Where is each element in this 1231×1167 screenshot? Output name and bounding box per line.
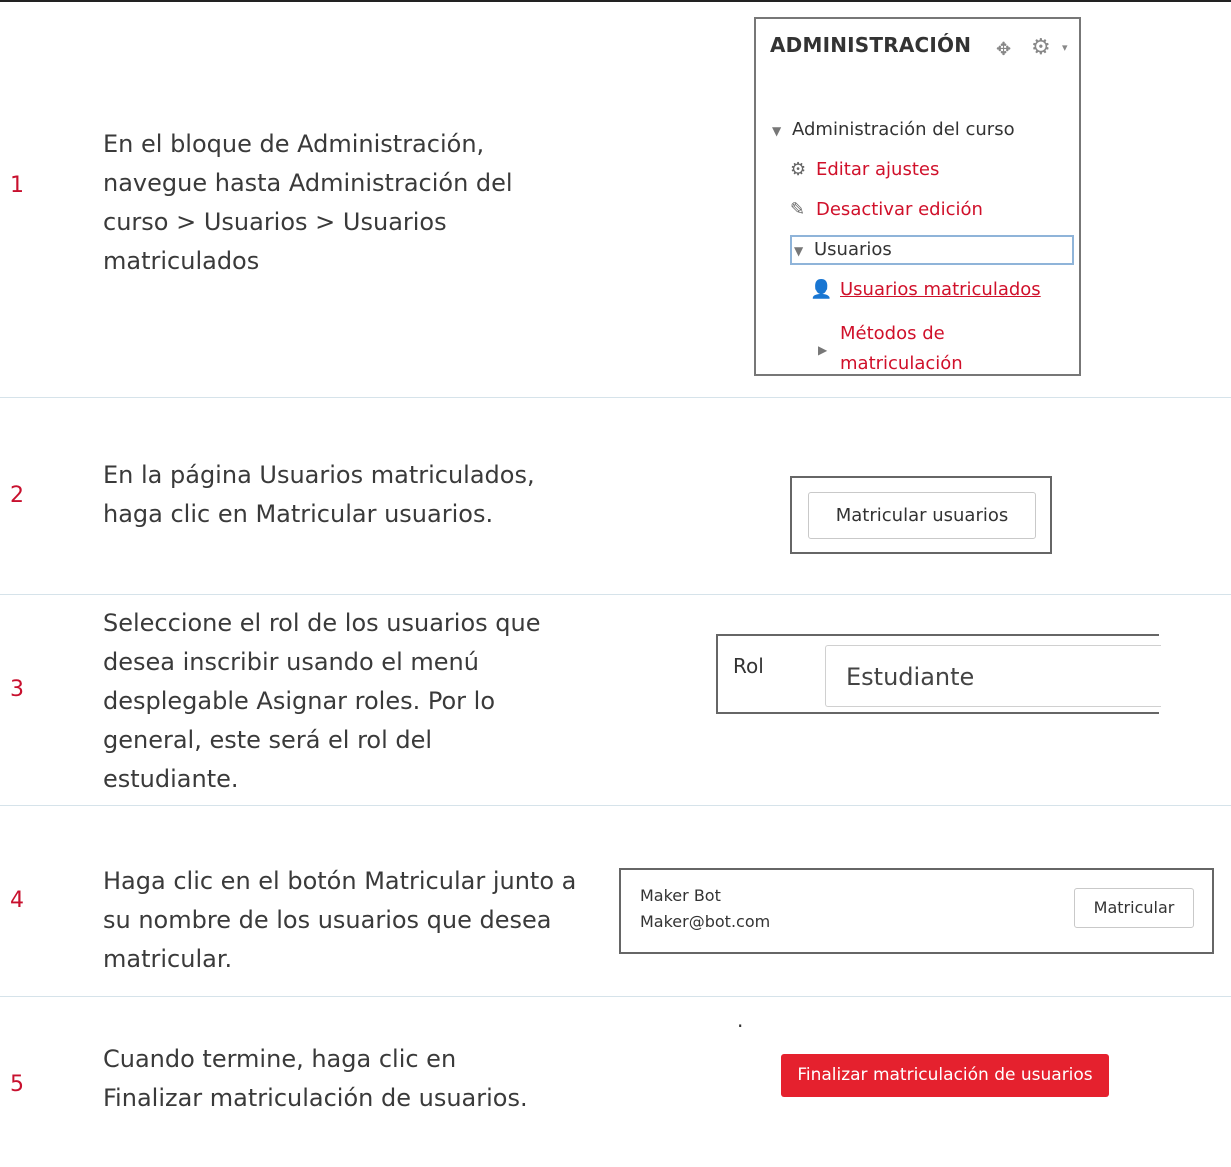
enrol-button[interactable]: Matricular: [1074, 888, 1194, 928]
divider: [0, 397, 1231, 398]
collapsed-triangle-icon: ▶: [818, 343, 828, 357]
role-frame: Rol Estudiante: [716, 634, 1161, 714]
gear-icon: ⚙: [790, 159, 807, 180]
tree-edit-settings[interactable]: ⚙ Editar ajustes: [790, 159, 939, 180]
enrol-users-button[interactable]: Matricular usuarios: [808, 492, 1036, 539]
step-text-3: Seleccione el rol de los usuarios que de…: [103, 609, 541, 793]
tree-enrolled-users[interactable]: 👤 Usuarios matriculados: [810, 279, 1041, 300]
finish-enrolling-button[interactable]: Finalizar matriculación de usuarios: [781, 1054, 1109, 1097]
role-select[interactable]: Estudiante: [825, 645, 1161, 707]
step-number-5: 5: [10, 1072, 24, 1097]
divider: [0, 996, 1231, 997]
step-number-2: 2: [10, 483, 24, 508]
tree-course-admin[interactable]: ▼ Administración del curso: [772, 119, 1015, 140]
step-number-3: 3: [10, 677, 24, 702]
administration-block: ADMINISTRACIÓN ✥ ⚙ ▾ ▼ Administración del…: [754, 17, 1081, 376]
tree-users[interactable]: ▼ Usuarios: [794, 239, 892, 260]
top-rule: [0, 0, 1231, 2]
user-icon: 👤: [810, 279, 833, 300]
user-email: Maker@bot.com: [640, 912, 771, 931]
dot-mark: .: [737, 1008, 744, 1032]
enrol-users-frame: Matricular usuarios: [790, 476, 1052, 554]
expanded-triangle-icon: ▼: [772, 124, 782, 138]
move-icon[interactable]: ✥: [996, 39, 1011, 60]
tree-turn-editing-off[interactable]: ✎ Desactivar edición: [790, 199, 983, 220]
divider: [0, 805, 1231, 806]
pencil-icon: ✎: [790, 199, 806, 220]
step-text-1: En el bloque de Administración, navegue …: [103, 130, 513, 275]
step-text-4: Haga clic en el botón Matricular junto a…: [103, 867, 577, 973]
gear-icon[interactable]: ⚙: [1031, 35, 1051, 60]
role-label: Rol: [733, 654, 764, 678]
step-text-2: En la página Usuarios matriculados, haga…: [103, 461, 535, 528]
tree-enrolment-methods[interactable]: ▶ Métodos de matriculación: [818, 319, 963, 379]
user-name: Maker Bot: [640, 886, 721, 905]
divider: [0, 594, 1231, 595]
user-row-frame: Maker Bot Maker@bot.com Matricular: [619, 868, 1214, 954]
expanded-triangle-icon: ▼: [794, 244, 804, 258]
step-number-1: 1: [10, 173, 24, 198]
chevron-down-icon[interactable]: ▾: [1062, 41, 1068, 54]
admin-block-title: ADMINISTRACIÓN: [770, 33, 972, 57]
step-text-5: Cuando termine, haga clic en Finalizar m…: [103, 1045, 528, 1112]
step-number-4: 4: [10, 888, 24, 913]
